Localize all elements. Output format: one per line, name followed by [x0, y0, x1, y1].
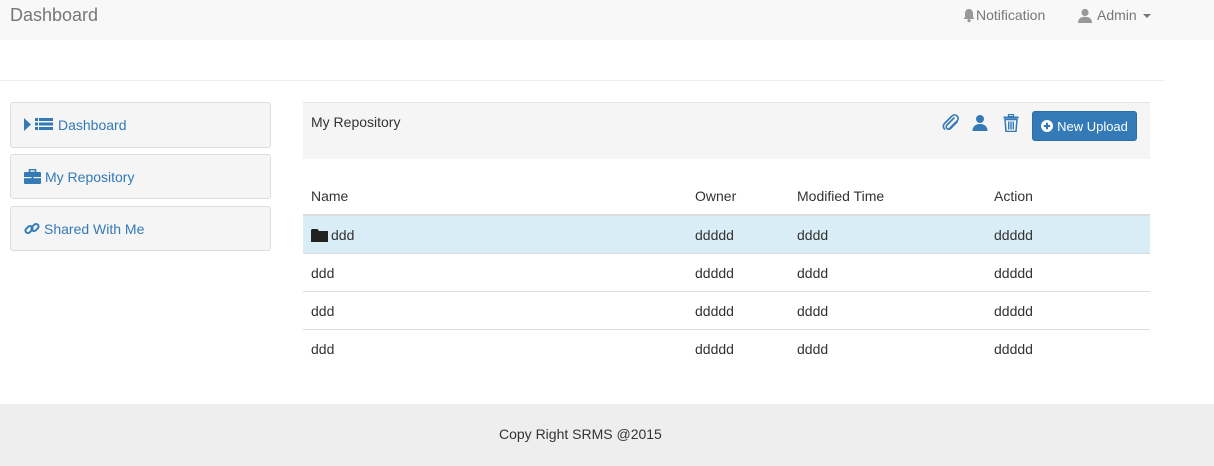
copyright-text: Copy Right SRMS @2015 [499, 426, 662, 442]
column-header-owner[interactable]: Owner [687, 178, 789, 216]
plus-circle-icon [1041, 120, 1054, 132]
admin-dropdown[interactable]: Admin [1077, 7, 1151, 23]
user-icon[interactable] [972, 114, 988, 134]
name-cell: ddd [303, 214, 687, 254]
table-row[interactable]: ddd ddddd dddd ddddd [303, 329, 1150, 367]
modified-cell: dddd [789, 253, 986, 292]
sidebar-item-shared-with-me[interactable]: Shared With Me [10, 206, 271, 251]
file-name[interactable]: ddd [303, 253, 687, 292]
table-row[interactable]: ddd ddddd dddd ddddd [303, 253, 1150, 292]
file-name[interactable]: ddd [331, 227, 354, 243]
sidebar-item-my-repository[interactable]: My Repository [10, 154, 271, 199]
action-cell[interactable]: ddddd [986, 329, 1150, 367]
sidebar-item-label: Shared With Me [44, 220, 145, 237]
caret-down-icon [1142, 14, 1151, 18]
user-icon [1078, 8, 1092, 23]
bell-icon [963, 8, 975, 22]
paperclip-icon[interactable] [941, 114, 959, 135]
table-row[interactable]: ddd ddddd dddd ddddd [303, 214, 1150, 254]
owner-cell: ddddd [687, 291, 789, 330]
sidebar-item-dashboard[interactable]: Dashboard [10, 102, 271, 148]
link-icon [24, 221, 40, 237]
file-name[interactable]: ddd [303, 291, 687, 330]
list-icon [24, 117, 54, 133]
new-upload-label: New Upload [1057, 118, 1128, 134]
repository-table: Name Owner Modified Time Action ddd dddd… [303, 178, 1150, 367]
action-cell[interactable]: ddddd [986, 253, 1150, 292]
file-name[interactable]: ddd [303, 329, 687, 367]
action-cell[interactable]: ddddd [986, 214, 1150, 254]
brand-title[interactable]: Dashboard [10, 5, 98, 26]
notification-link[interactable]: Notification [962, 7, 1045, 23]
column-header-name[interactable]: Name [303, 178, 687, 216]
column-header-action[interactable]: Action [986, 178, 1150, 216]
header-divider [0, 80, 1165, 81]
sidebar-item-label: My Repository [45, 168, 135, 185]
trash-icon[interactable] [1003, 113, 1019, 135]
briefcase-icon [24, 169, 41, 184]
folder-icon [311, 228, 328, 242]
page-footer: Copy Right SRMS @2015 [0, 404, 1214, 466]
owner-cell: ddddd [687, 329, 789, 367]
table-header-row: Name Owner Modified Time Action [303, 178, 1150, 216]
action-cell[interactable]: ddddd [986, 291, 1150, 330]
table-row[interactable]: ddd ddddd dddd ddddd [303, 291, 1150, 330]
column-header-modified-time[interactable]: Modified Time [789, 178, 986, 216]
modified-cell: dddd [789, 214, 986, 254]
admin-label: Admin [1097, 7, 1137, 23]
top-navbar: Dashboard Notification Admin [0, 0, 1214, 40]
owner-cell: ddddd [687, 214, 789, 254]
notification-label: Notification [976, 7, 1046, 23]
owner-cell: ddddd [687, 253, 789, 292]
new-upload-button[interactable]: New Upload [1032, 111, 1137, 141]
sidebar-item-label: Dashboard [58, 117, 127, 133]
repository-header: My Repository New Upload [303, 102, 1150, 159]
repository-title: My Repository [311, 114, 401, 130]
modified-cell: dddd [789, 291, 986, 330]
modified-cell: dddd [789, 329, 986, 367]
